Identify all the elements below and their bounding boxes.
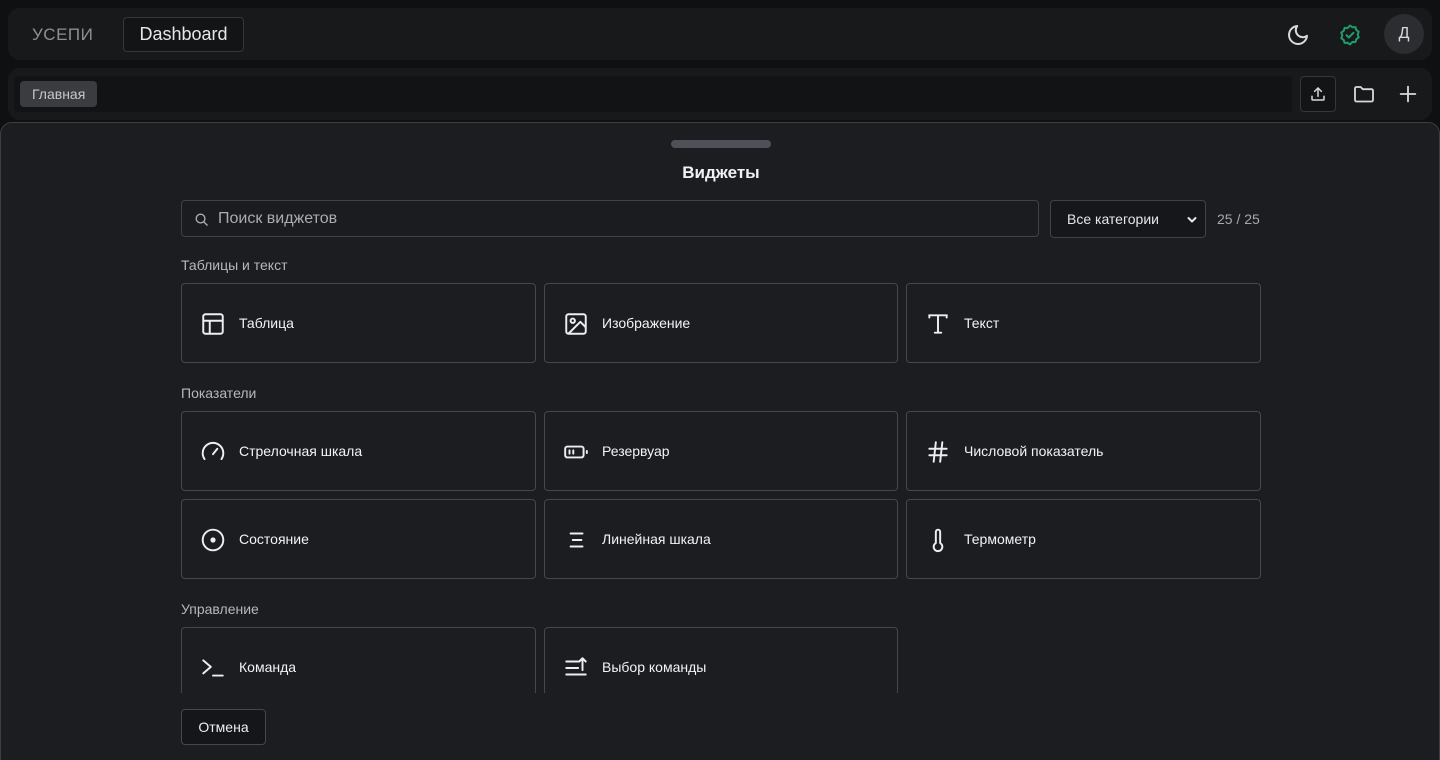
widget-card-label: Выбор команды (602, 659, 707, 675)
category-select[interactable]: Все категории (1050, 200, 1206, 238)
tab-main[interactable]: Главная (20, 81, 98, 107)
widget-card-command[interactable]: Команда (181, 627, 536, 693)
tab-strip: Главная (14, 76, 1292, 112)
search-icon (195, 213, 208, 226)
search-field[interactable] (181, 200, 1039, 237)
hash-icon (928, 441, 948, 463)
moon-icon[interactable] (1286, 23, 1310, 47)
dashboard-button[interactable]: Dashboard (123, 17, 244, 52)
user-avatar[interactable]: Д (1384, 14, 1424, 54)
widget-count: 25 / 25 (1217, 211, 1260, 227)
widget-card-label: Числовой показатель (964, 443, 1104, 459)
search-input[interactable] (218, 201, 1018, 236)
widget-card-table[interactable]: Таблица (181, 283, 536, 363)
widget-card-number[interactable]: Числовой показатель (906, 411, 1261, 491)
widgets-sheet: Виджеты Все категории 25 / 25 Таблицы и … (0, 122, 1440, 760)
text-icon (928, 314, 948, 334)
command-select-icon (565, 657, 587, 676)
tab-bar: Главная (8, 68, 1432, 120)
widget-card-text[interactable]: Текст (906, 283, 1261, 363)
section-title-tables-text: Таблицы и текст (181, 257, 288, 273)
drag-handle[interactable] (671, 140, 771, 148)
gauge-icon (201, 441, 225, 461)
table-icon (202, 313, 224, 335)
sheet-title: Виджеты (682, 163, 760, 182)
category-select-value: Все категории (1067, 211, 1159, 227)
widget-card-image[interactable]: Изображение (544, 283, 898, 363)
terminal-icon (202, 659, 224, 677)
widget-card-label: Линейная шкала (602, 531, 711, 547)
widget-card-command-select[interactable]: Выбор команды (544, 627, 898, 693)
chevron-down-icon (1187, 217, 1197, 223)
linear-scale-icon (569, 532, 584, 548)
upload-button[interactable] (1300, 76, 1336, 112)
widget-card-label: Термометр (964, 531, 1036, 547)
widget-list[interactable]: Таблицы и текст Таблица Изображение Текс… (181, 249, 1263, 693)
upload-icon (1311, 87, 1325, 101)
folder-icon (1354, 86, 1374, 103)
widget-card-status[interactable]: Состояние (181, 499, 536, 579)
widget-card-label: Изображение (602, 315, 691, 331)
top-bar: УСЕПИ Dashboard Д (8, 8, 1432, 60)
add-tab-button[interactable] (1390, 76, 1426, 112)
brand-logo[interactable]: УСЕПИ (32, 25, 93, 45)
thermometer-icon (932, 528, 944, 553)
widget-card-label: Резервуар (602, 443, 670, 459)
section-title-indicators: Показатели (181, 385, 257, 401)
widget-card-thermometer[interactable]: Термометр (906, 499, 1261, 579)
widget-card-linear-scale[interactable]: Линейная шкала (544, 499, 898, 579)
widget-card-label: Текст (964, 315, 1000, 331)
widget-card-label: Состояние (239, 531, 309, 547)
cancel-button[interactable]: Отмена (181, 709, 266, 745)
shield-check-icon[interactable] (1338, 23, 1362, 47)
status-icon (201, 528, 225, 552)
folder-button[interactable] (1346, 76, 1382, 112)
widget-card-label: Стрелочная шкала (239, 443, 363, 459)
widget-card-label: Таблица (239, 315, 294, 331)
section-title-control: Управление (181, 601, 259, 617)
widget-card-label: Команда (239, 659, 297, 675)
widget-card-tank[interactable]: Резервуар (544, 411, 898, 491)
widget-card-gauge[interactable]: Стрелочная шкала (181, 411, 536, 491)
tank-icon (564, 445, 588, 459)
plus-icon (1399, 85, 1417, 103)
image-icon (565, 313, 587, 335)
